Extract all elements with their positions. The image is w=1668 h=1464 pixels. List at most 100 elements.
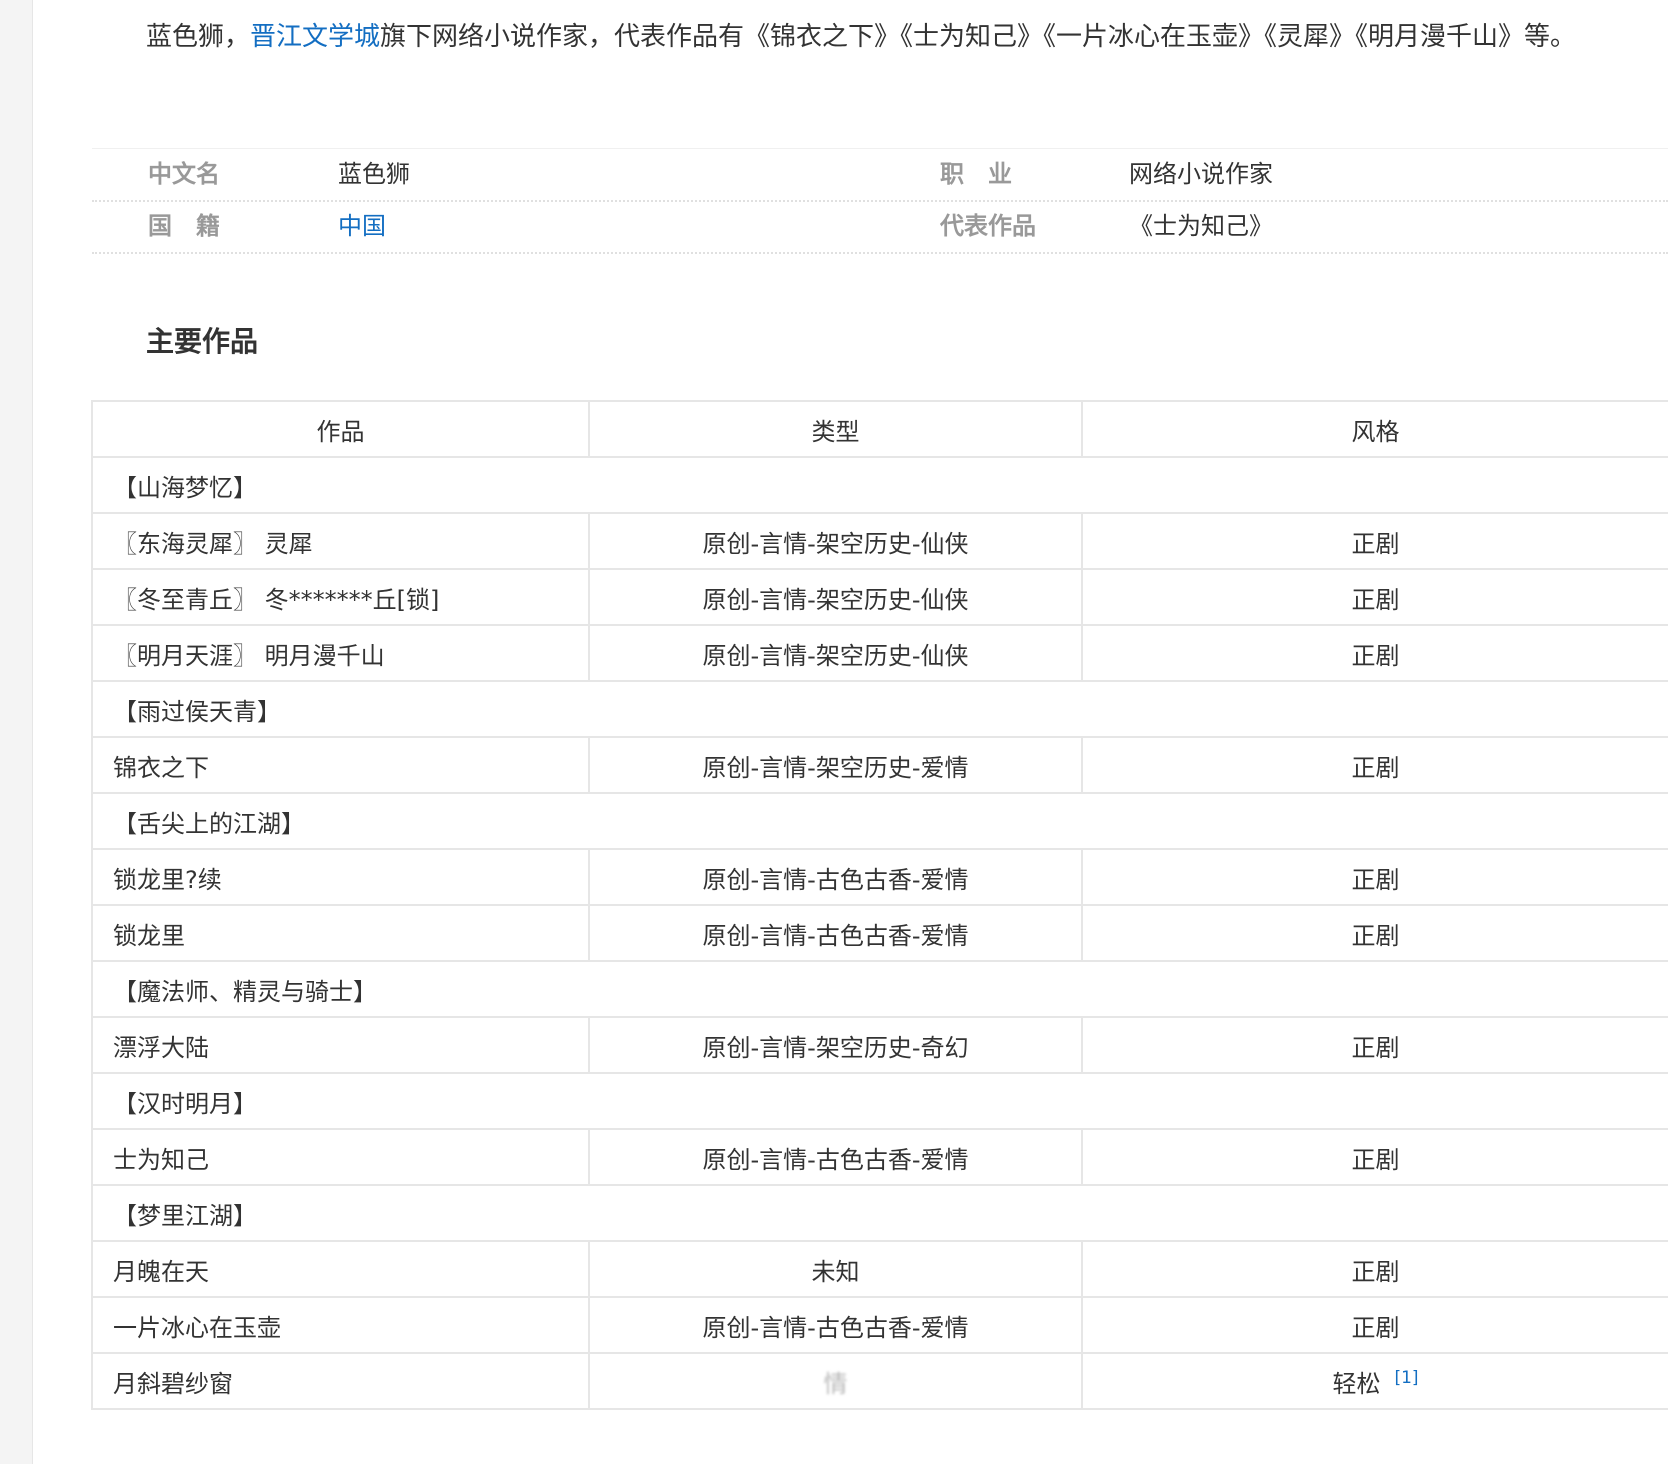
name-value: 蓝色狮 [338, 160, 410, 188]
work-name: 锦衣之下 [91, 736, 590, 794]
work-type-text: 原创-言情-架空历史-仙侠 [702, 641, 969, 670]
table-row: 锁龙里 原创-言情-古色古香-爱情 正剧 [91, 904, 1668, 962]
table-row: 〖明月天涯〗 明月漫千山 原创-言情-架空历史-仙侠 正剧 [91, 624, 1668, 682]
group-title: 【山海梦忆】 [91, 456, 1668, 514]
work-name: 锁龙里 [91, 904, 590, 962]
table-group-row: 【汉时明月】 [91, 1072, 1668, 1130]
intro-prefix: 蓝色狮， [146, 22, 251, 52]
work-type-text: 原创-言情-架空历史-仙侠 [702, 585, 969, 614]
work-style: 正剧 [1081, 1016, 1668, 1074]
header-style: 风格 [1081, 400, 1668, 458]
work-type: 原创-言情-古色古香-爱情 [588, 848, 1083, 906]
group-title: 【雨过侯天青】 [91, 680, 1668, 738]
work-name: 〖冬至青丘〗 冬*******丘[锁] [91, 568, 590, 626]
work-type: 原创-言情-架空历史-奇幻 [588, 1016, 1083, 1074]
work-style: 正剧 [1081, 736, 1668, 794]
basic-info-row: 国籍 中国 代表作品 《士为知己》 [92, 201, 1668, 254]
work-style: 正剧 [1081, 1128, 1668, 1186]
work-name: 士为知己 [91, 1128, 590, 1186]
work-name: 〖明月天涯〗 明月漫千山 [91, 624, 590, 682]
work-type: 原创-言情-古色古香-爱情 [588, 1296, 1083, 1354]
work-type: 原创-言情-古色古香-爱情 [588, 904, 1083, 962]
table-row: 锁龙里?续 原创-言情-古色古香-爱情 正剧 [91, 848, 1668, 906]
work-type-text: 情 [823, 1369, 848, 1398]
jjwxc-link[interactable]: 晋江文学城 [250, 22, 380, 52]
table-group-row: 【舌尖上的江湖】 [91, 792, 1668, 850]
reference-link[interactable]: [1] [1394, 1368, 1418, 1388]
work-style: 轻松 [1] [1081, 1352, 1668, 1410]
section-title-main-works: 主要作品 [146, 325, 259, 358]
header-type: 类型 [588, 400, 1083, 458]
work-type-text: 原创-言情-古色古香-爱情 [702, 1145, 969, 1174]
work-type: 原创-言情-架空历史-仙侠 [588, 512, 1083, 570]
group-title: 【汉时明月】 [91, 1072, 1668, 1130]
intro-paragraph: 蓝色狮，晋江文学城旗下网络小说作家，代表作品有《锦衣之下》《士为知己》《一片冰心… [92, 14, 1662, 60]
table-group-row: 【雨过侯天青】 [91, 680, 1668, 738]
work-type: 原创-言情-架空历史-仙侠 [588, 624, 1083, 682]
table-group-row: 【魔法师、精灵与骑士】 [91, 960, 1668, 1018]
work-style-text: 正剧 [1351, 865, 1400, 894]
table-row: 一片冰心在玉壶 原创-言情-古色古香-爱情 正剧 [91, 1296, 1668, 1354]
work-style: 正剧 [1081, 568, 1668, 626]
works-value: 《士为知己》 [1129, 212, 1273, 240]
table-header-row: 作品 类型 风格 [91, 400, 1668, 458]
group-title: 【魔法师、精灵与骑士】 [91, 960, 1668, 1018]
country-label: 国籍 [148, 212, 244, 240]
table-row: 〖东海灵犀〗 灵犀 原创-言情-架空历史-仙侠 正剧 [91, 512, 1668, 570]
work-style: 正剧 [1081, 624, 1668, 682]
work-type-text: 原创-言情-架空历史-仙侠 [702, 529, 969, 558]
country-link[interactable]: 中国 [338, 201, 838, 252]
job-value: 网络小说作家 [1129, 160, 1273, 188]
works-label: 代表作品 [940, 212, 1036, 240]
work-type-text: 未知 [811, 1257, 860, 1286]
left-sidebar-strip [0, 0, 33, 1464]
table-row: 月斜碧纱窗 情 轻松 [1] [91, 1352, 1668, 1410]
work-type: 未知 [588, 1240, 1083, 1298]
work-style-text: 正剧 [1351, 529, 1400, 558]
work-style: 正剧 [1081, 1296, 1668, 1354]
work-type: 情 [588, 1352, 1083, 1410]
header-work: 作品 [91, 400, 590, 458]
group-title: 【梦里江湖】 [91, 1184, 1668, 1242]
work-style-text: 正剧 [1351, 585, 1400, 614]
work-name: 漂浮大陆 [91, 1016, 590, 1074]
work-name: 〖东海灵犀〗 灵犀 [91, 512, 590, 570]
work-type-text: 原创-言情-架空历史-爱情 [702, 753, 969, 782]
works-table: 作品 类型 风格 【山海梦忆】 〖东海灵犀〗 灵犀 原创-言情-架空历史-仙侠 正剧〖… [91, 400, 1668, 1410]
table-row: 漂浮大陆 原创-言情-架空历史-奇幻 正剧 [91, 1016, 1668, 1074]
work-type: 原创-言情-古色古香-爱情 [588, 1128, 1083, 1186]
work-style: 正剧 [1081, 904, 1668, 962]
job-label: 职业 [940, 160, 1036, 188]
group-title: 【舌尖上的江湖】 [91, 792, 1668, 850]
work-style: 正剧 [1081, 848, 1668, 906]
table-group-row: 【梦里江湖】 [91, 1184, 1668, 1242]
table-row: 〖冬至青丘〗 冬*******丘[锁] 原创-言情-架空历史-仙侠 正剧 [91, 568, 1668, 626]
work-style: 正剧 [1081, 1240, 1668, 1298]
work-style-text: 正剧 [1351, 1313, 1400, 1342]
work-type-text: 原创-言情-古色古香-爱情 [702, 921, 969, 950]
works-table-body: 【山海梦忆】 〖东海灵犀〗 灵犀 原创-言情-架空历史-仙侠 正剧 〖冬至青丘〗 冬**… [91, 456, 1668, 1410]
table-row: 士为知己 原创-言情-古色古香-爱情 正剧 [91, 1128, 1668, 1186]
name-label: 中文名 [148, 160, 220, 188]
work-type-text: 原创-言情-古色古香-爱情 [702, 865, 969, 894]
basic-info-box: 中文名 蓝色狮 职业 网络小说作家 国籍 中国 代表作品 《士为知己》 [92, 148, 1668, 254]
work-style: 正剧 [1081, 512, 1668, 570]
work-style-text: 正剧 [1351, 921, 1400, 950]
work-type: 原创-言情-架空历史-爱情 [588, 736, 1083, 794]
work-style-text: 正剧 [1351, 1145, 1400, 1174]
table-row: 锦衣之下 原创-言情-架空历史-爱情 正剧 [91, 736, 1668, 794]
basic-info-row: 中文名 蓝色狮 职业 网络小说作家 [92, 149, 1668, 202]
intro-suffix: 旗下网络小说作家，代表作品有《锦衣之下》《士为知己》《一片冰心在玉壶》《灵犀》《… [380, 22, 1577, 52]
work-style-text: 正剧 [1351, 641, 1400, 670]
work-style-text: 正剧 [1351, 1257, 1400, 1286]
work-type-text: 原创-言情-古色古香-爱情 [702, 1313, 969, 1342]
work-type: 原创-言情-架空历史-仙侠 [588, 568, 1083, 626]
table-row: 月魄在天 未知 正剧 [91, 1240, 1668, 1298]
work-style-text: 轻松 [1332, 1369, 1381, 1398]
work-name: 月魄在天 [91, 1240, 590, 1298]
work-name: 一片冰心在玉壶 [91, 1296, 590, 1354]
work-style-text: 正剧 [1351, 1033, 1400, 1062]
work-style-text: 正剧 [1351, 753, 1400, 782]
article-content: 蓝色狮，晋江文学城旗下网络小说作家，代表作品有《锦衣之下》《士为知己》《一片冰心… [33, 0, 1668, 1464]
work-name: 月斜碧纱窗 [91, 1352, 590, 1410]
